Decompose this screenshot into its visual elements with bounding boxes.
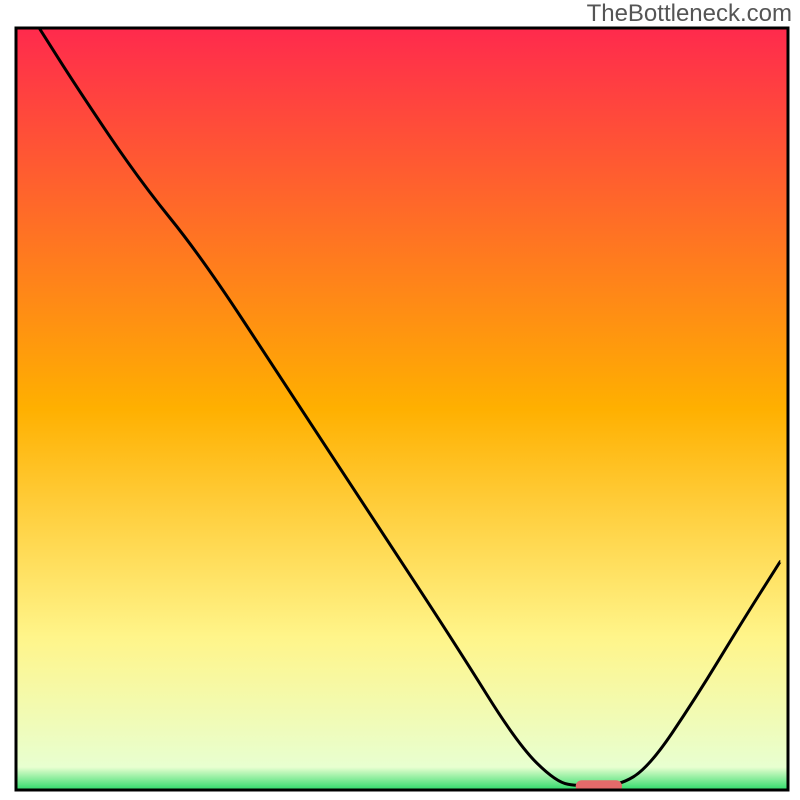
chart-svg [0,0,800,800]
bottleneck-chart: TheBottleneck.com [0,0,800,800]
plot-background [16,28,788,790]
watermark-text: TheBottleneck.com [587,0,792,28]
